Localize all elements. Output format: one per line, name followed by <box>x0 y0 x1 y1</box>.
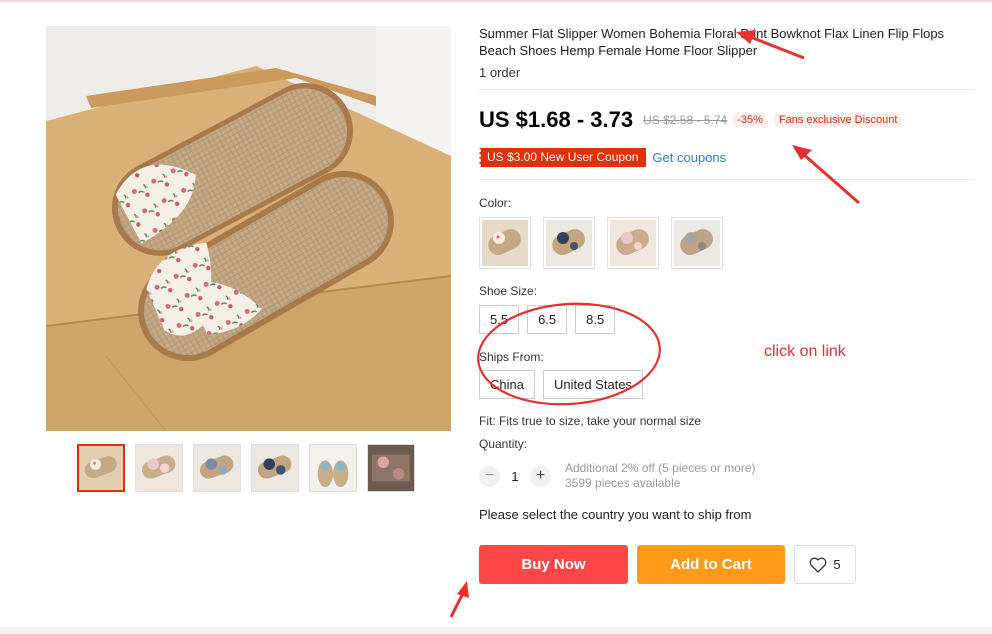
ships-from-label: Ships From: <box>479 350 544 364</box>
color-options <box>479 217 723 269</box>
color-swatch-navy[interactable] <box>543 217 595 269</box>
new-user-coupon[interactable]: US $3.00 New User Coupon <box>479 148 647 167</box>
size-options: 5.5 6.5 8.5 <box>479 305 616 334</box>
thumbnail-gallery <box>77 444 415 492</box>
product-title: Summer Flat Slipper Women Bohemia Floral… <box>479 26 945 58</box>
thumbnail-1[interactable] <box>77 444 125 492</box>
ships-from-united-states[interactable]: United States <box>542 370 644 399</box>
divider <box>479 89 975 90</box>
thumbnail-3[interactable] <box>193 444 241 492</box>
quantity-stepper: − 1 + Additional 2% off (5 pieces or mor… <box>479 461 756 491</box>
fit-info: Fit: Fits true to size, take your normal… <box>479 414 702 428</box>
color-swatch-pink[interactable] <box>607 217 659 269</box>
ships-from-options: China United States <box>479 370 644 399</box>
thumbnail-2[interactable] <box>135 444 183 492</box>
coupon-row: US $3.00 New User Coupon Get coupons <box>479 148 726 167</box>
color-swatch-beige[interactable] <box>479 217 531 269</box>
order-count: 1 order <box>479 65 521 80</box>
get-coupons-link[interactable]: Get coupons <box>652 150 726 165</box>
thumbnail-4[interactable] <box>251 444 299 492</box>
quantity-increase-button[interactable]: + <box>530 465 551 487</box>
quantity-value[interactable]: 1 <box>500 469 530 484</box>
wishlist-count: 5 <box>833 557 841 572</box>
heart-icon <box>809 557 827 573</box>
bulk-discount-text: Additional 2% off (5 pieces or more) <box>565 461 756 475</box>
size-option[interactable]: 8.5 <box>575 305 616 334</box>
thumbnail-6[interactable] <box>367 444 415 492</box>
thumbnail-5[interactable] <box>309 444 357 492</box>
main-product-image[interactable] <box>46 26 451 431</box>
discount-badge: -35% <box>733 113 767 127</box>
annotation-arrow-icon <box>449 581 469 618</box>
divider <box>479 179 975 180</box>
quantity-info: Additional 2% off (5 pieces or more) 359… <box>565 461 756 491</box>
ship-country-message: Please select the country you want to sh… <box>479 507 752 522</box>
current-price: US $1.68 - 3.73 <box>479 107 634 132</box>
stock-available-text: 3599 pieces available <box>565 476 681 490</box>
annotation-note: click on link <box>764 343 846 360</box>
original-price: US $2.58 - 5.74 <box>643 113 728 127</box>
color-swatch-grey[interactable] <box>671 217 723 269</box>
add-to-cart-button[interactable]: Add to Cart <box>637 545 785 584</box>
size-label: Shoe Size: <box>479 284 538 298</box>
ships-from-china[interactable]: China <box>479 370 535 399</box>
color-label: Color: <box>479 196 512 210</box>
price-row: US $1.68 - 3.73 US $2.58 - 5.74 -35% Fan… <box>479 107 902 133</box>
annotation-arrow-icon <box>792 145 860 205</box>
top-border <box>0 0 992 2</box>
slipper-photo <box>46 26 451 431</box>
quantity-label: Quantity: <box>479 437 528 451</box>
size-option[interactable]: 5.5 <box>479 305 520 334</box>
wishlist-button[interactable]: 5 <box>794 545 856 584</box>
bottom-band <box>0 627 992 634</box>
quantity-decrease-button[interactable]: − <box>479 465 500 487</box>
buy-now-button[interactable]: Buy Now <box>479 545 628 584</box>
fans-discount-badge: Fans exclusive Discount <box>774 113 902 127</box>
size-option[interactable]: 6.5 <box>527 305 568 334</box>
